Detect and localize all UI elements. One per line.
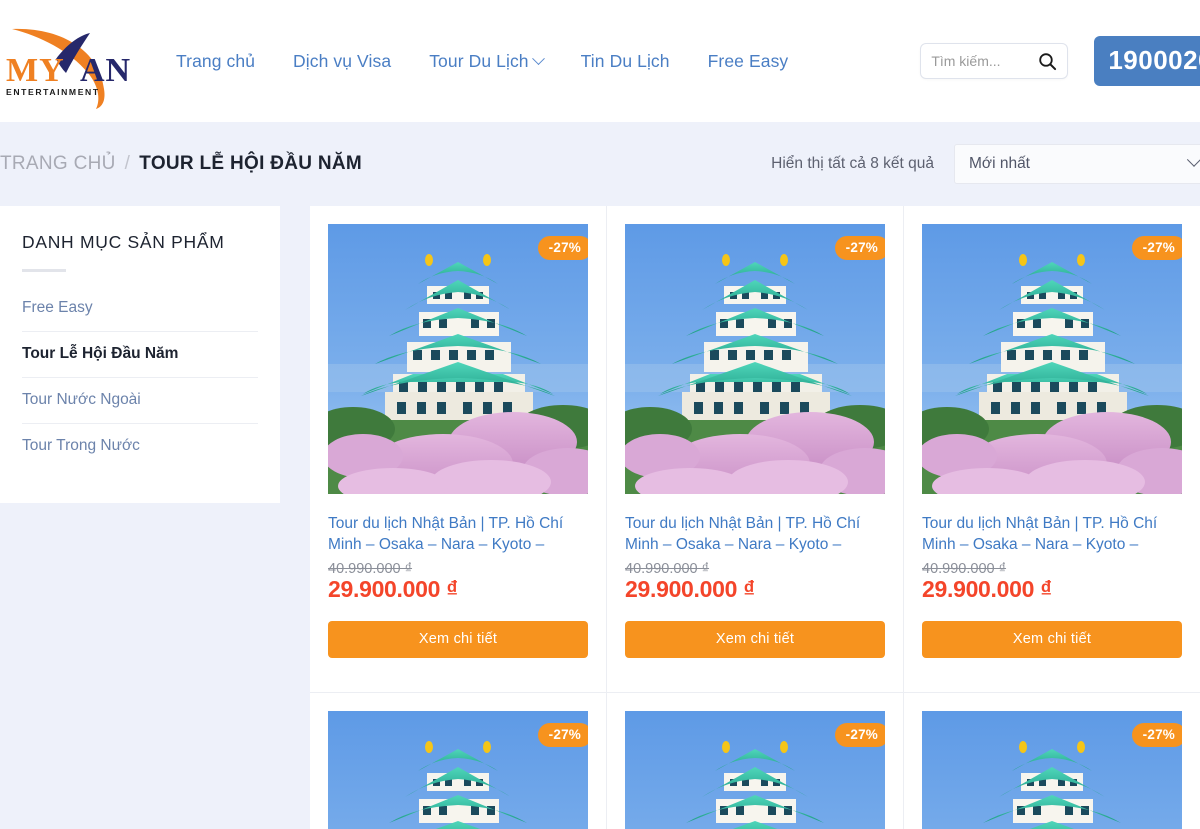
sort-dropdown[interactable]: Mới nhất — [954, 144, 1200, 184]
product-card[interactable]: -27% Tour du lịch Nhật Bản | TP. Hồ Chí … — [607, 206, 904, 693]
product-thumbnail[interactable]: -27% — [625, 224, 885, 494]
product-category-sidebar: DANH MỤC SẢN PHẨM Free Easy Tour Lễ Hội … — [0, 206, 280, 503]
search-box[interactable] — [920, 43, 1069, 79]
castle-illustration — [625, 224, 885, 494]
nav-label: Tour Du Lịch — [429, 50, 529, 71]
nav-label: Free Easy — [707, 50, 789, 71]
nav-item-tin-du-lich[interactable]: Tin Du Lịch — [581, 51, 670, 72]
main-navigation: Trang chủ Dịch vụ Visa Tour Du Lịch Tin … — [176, 51, 788, 72]
castle-illustration — [922, 224, 1182, 494]
search-icon[interactable] — [1038, 52, 1057, 71]
sidebar-title-rule — [22, 269, 66, 272]
product-title[interactable]: Tour du lịch Nhật Bản | TP. Hồ Chí Minh … — [328, 513, 588, 557]
product-thumbnail[interactable]: -27% — [328, 224, 588, 494]
nav-label: Trang chủ — [176, 50, 256, 71]
search-input[interactable] — [931, 53, 1032, 69]
view-detail-button[interactable]: Xem chi tiết — [328, 621, 588, 658]
product-sale-price: 29.900.000 ₫ — [625, 576, 755, 602]
chevron-down-icon — [531, 51, 545, 65]
product-original-price: 40.990.000 ₫ — [625, 561, 710, 577]
product-thumbnail[interactable]: -27% — [922, 711, 1182, 829]
breadcrumb-bar: TRANG CHỦ / TOUR LỄ HỘI ĐẦU NĂM Hiển thị… — [0, 122, 1200, 206]
product-original-price: 40.990.000 ₫ — [328, 561, 413, 577]
breadcrumb: TRANG CHỦ / TOUR LỄ HỘI ĐẦU NĂM — [0, 153, 362, 175]
sidebar-item-tour-trong-nuoc[interactable]: Tour Trong Nước — [22, 424, 258, 469]
nav-item-free-easy[interactable]: Free Easy — [708, 51, 789, 72]
main-content: DANH MỤC SẢN PHẨM Free Easy Tour Lễ Hội … — [0, 206, 1200, 829]
product-card[interactable]: -27% — [310, 693, 607, 829]
view-detail-button[interactable]: Xem chi tiết — [625, 621, 885, 658]
hotline-button[interactable]: 19000264 — [1094, 36, 1200, 86]
nav-item-dich-vu-visa[interactable]: Dịch vụ Visa — [293, 51, 391, 72]
breadcrumb-separator: / — [124, 153, 131, 174]
breadcrumb-home-link[interactable]: TRANG CHỦ — [0, 153, 116, 175]
sidebar-item-tour-le-hoi-dau-nam[interactable]: Tour Lễ Hội Đầu Năm — [22, 332, 258, 378]
chevron-down-icon — [1186, 152, 1200, 167]
logo-my: MY — [6, 52, 65, 89]
discount-badge: -27% — [834, 723, 885, 747]
product-grid: -27% Tour du lịch Nhật Bản | TP. Hồ Chí … — [310, 206, 1200, 829]
sidebar-title: DANH MỤC SẢN PHẨM — [22, 232, 225, 252]
product-title[interactable]: Tour du lịch Nhật Bản | TP. Hồ Chí Minh … — [625, 513, 885, 557]
view-detail-button[interactable]: Xem chi tiết — [922, 621, 1182, 658]
product-thumbnail[interactable]: -27% — [328, 711, 588, 829]
nav-item-trang-chu[interactable]: Trang chủ — [176, 51, 255, 72]
sidebar-item-free-easy[interactable]: Free Easy — [22, 286, 258, 332]
nav-label: Dịch vụ Visa — [293, 50, 392, 71]
result-count: Hiển thị tất cả 8 kết quả — [771, 155, 934, 172]
logo-tagline: ENTERTAINMENT — [6, 87, 100, 97]
nav-item-tour-du-lich[interactable]: Tour Du Lịch — [429, 50, 545, 72]
header-actions: 19000264 — [920, 36, 1200, 86]
discount-badge: -27% — [1131, 236, 1182, 260]
sidebar-item-tour-nuoc-ngoai[interactable]: Tour Nước Ngoài — [22, 378, 258, 424]
product-card[interactable]: -27% — [607, 693, 904, 829]
product-card[interactable]: -27% Tour du lịch Nhật Bản | TP. Hồ Chí … — [904, 206, 1200, 693]
discount-badge: -27% — [1131, 723, 1182, 747]
site-header: MY AN ENTERTAINMENT Trang chủ Dịch vụ Vi… — [0, 0, 1200, 122]
castle-illustration — [328, 224, 588, 494]
product-thumbnail[interactable]: -27% — [625, 711, 885, 829]
discount-badge: -27% — [537, 236, 588, 260]
site-logo[interactable]: MY AN ENTERTAINMENT — [4, 11, 164, 111]
product-sale-price: 29.900.000 ₫ — [328, 576, 458, 602]
breadcrumb-current: TOUR LỄ HỘI ĐẦU NĂM — [139, 153, 363, 174]
sort-selected-value: Mới nhất — [969, 155, 1030, 172]
logo-an: AN — [80, 52, 131, 89]
product-grid-container: -27% Tour du lịch Nhật Bản | TP. Hồ Chí … — [310, 206, 1200, 829]
product-original-price: 40.990.000 ₫ — [922, 561, 1007, 577]
product-sale-price: 29.900.000 ₫ — [922, 576, 1052, 602]
product-title[interactable]: Tour du lịch Nhật Bản | TP. Hồ Chí Minh … — [922, 513, 1182, 557]
nav-label: Tin Du Lịch — [580, 50, 670, 71]
discount-badge: -27% — [834, 236, 885, 260]
discount-badge: -27% — [537, 723, 588, 747]
catalog-toolbar: Hiển thị tất cả 8 kết quả Mới nhất — [771, 144, 1200, 184]
product-card[interactable]: -27% Tour du lịch Nhật Bản | TP. Hồ Chí … — [310, 206, 607, 693]
product-card[interactable]: -27% — [904, 693, 1200, 829]
product-thumbnail[interactable]: -27% — [922, 224, 1182, 494]
